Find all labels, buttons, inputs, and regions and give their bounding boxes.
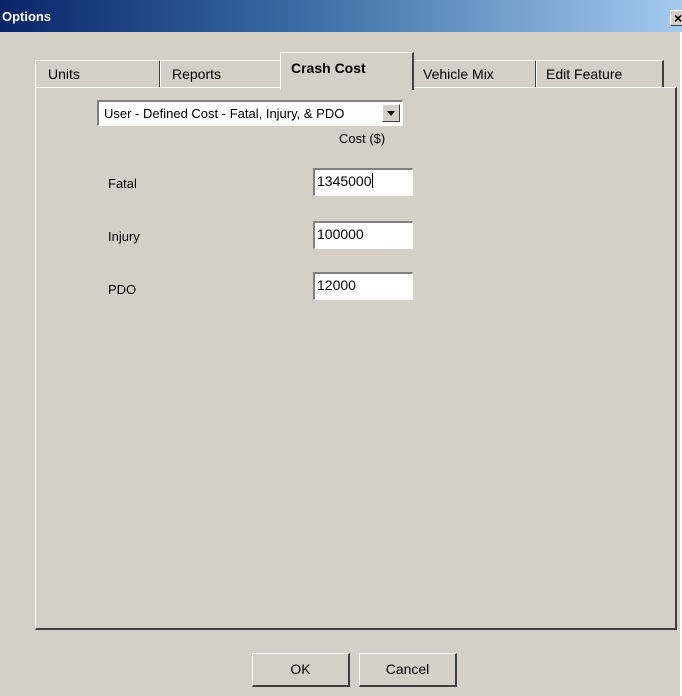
tab-crash-cost[interactable]: Crash Cost: [280, 52, 414, 90]
tab-units[interactable]: Units: [35, 60, 161, 88]
tab-crash-cost-label: Crash Cost: [291, 60, 366, 76]
pdo-label: PDO: [108, 282, 137, 297]
tab-units-label: Units: [48, 66, 80, 82]
dropdown-arrow-icon[interactable]: [382, 104, 400, 122]
cancel-button[interactable]: Cancel: [359, 653, 457, 687]
tab-vehicle-mix-label: Vehicle Mix: [423, 66, 494, 82]
title-bar[interactable]: Options ×: [0, 0, 682, 32]
pdo-cost-input[interactable]: 12000: [313, 272, 413, 300]
fatal-label: Fatal: [108, 176, 137, 191]
tab-reports-label: Reports: [172, 66, 222, 82]
injury-cost-input[interactable]: 100000: [313, 221, 413, 249]
close-button[interactable]: ×: [670, 10, 682, 26]
tab-edit-feature-label: Edit Feature: [546, 66, 623, 82]
window-title: Options: [2, 9, 52, 24]
tab-edit-feature[interactable]: Edit Feature: [536, 60, 664, 88]
cost-type-dropdown[interactable]: User - Defined Cost - Fatal, Injury, & P…: [97, 100, 403, 126]
cost-type-selected: User - Defined Cost - Fatal, Injury, & P…: [104, 106, 345, 121]
options-dialog: Options × Units Reports Crash Cost Vehic…: [0, 0, 682, 696]
cost-column-header: Cost ($): [339, 131, 386, 146]
injury-label: Injury: [108, 229, 140, 244]
ok-button[interactable]: OK: [252, 653, 350, 687]
tab-vehicle-mix[interactable]: Vehicle Mix: [413, 60, 537, 88]
tab-reports[interactable]: Reports: [160, 60, 282, 88]
fatal-cost-input[interactable]: 1345000: [313, 168, 413, 196]
